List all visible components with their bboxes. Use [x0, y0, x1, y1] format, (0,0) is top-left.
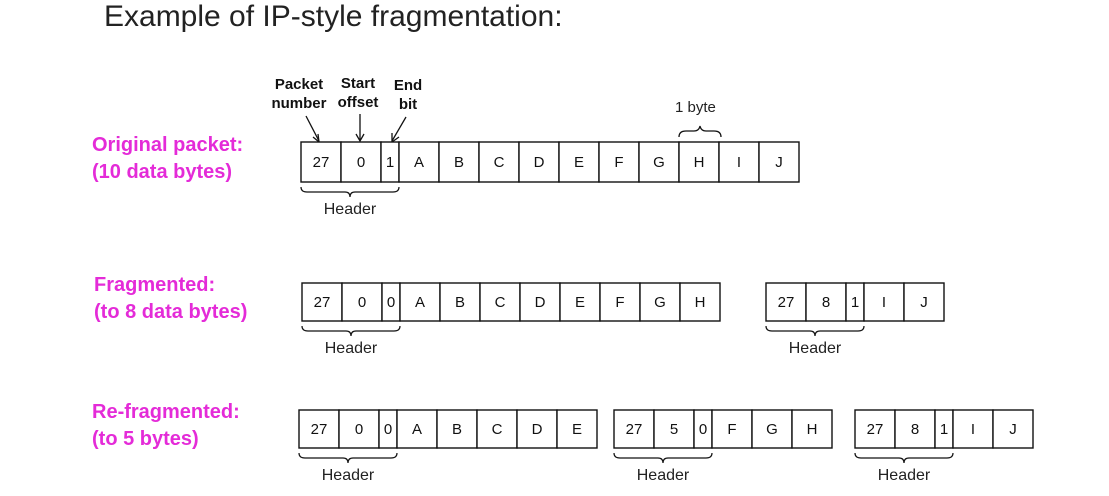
one-byte-brace	[678, 125, 722, 138]
data-byte-cell: E	[575, 294, 585, 311]
fragmentation-diagram: 27 0 1 A B C D E F G H I JHeader27 0 0 A B C D E F G HHeader27…	[298, 114, 1034, 484]
packet: 27 0 0 A B C D E F G H Header	[301, 282, 721, 357]
data-byte-cell: C	[492, 421, 503, 438]
end-bit-cell: 1	[386, 154, 394, 171]
data-byte-cell: C	[494, 154, 505, 171]
data-byte-cell: B	[455, 294, 465, 311]
data-byte-cell: D	[532, 421, 543, 438]
header-label: Header	[322, 467, 375, 484]
packet-number-cell: 27	[313, 154, 330, 171]
packet-number-cell: 27	[626, 421, 643, 438]
data-byte-cell: G	[654, 294, 666, 311]
end-bit-cell: 1	[851, 294, 859, 311]
packets-layer: 27 0 1 A B C D E F G H I JHeader27 0 0 A B C D E F G HHeader27…	[298, 141, 1034, 484]
data-byte-cell: J	[920, 294, 928, 311]
start-offset-cell: 0	[357, 154, 365, 171]
header-brace	[298, 452, 398, 464]
header-label: Header	[878, 467, 931, 484]
header-label: Header	[324, 201, 377, 218]
packet: 27 5 0 F G H Header	[613, 409, 833, 484]
start-offset-cell: 8	[911, 421, 919, 438]
packet-number-cell: 27	[867, 421, 884, 438]
packet: 27 0 0 A B C D E Header	[298, 409, 598, 484]
end-bit-cell: 0	[384, 421, 392, 438]
header-label: Header	[789, 340, 842, 357]
end-bit-cell: 0	[699, 421, 707, 438]
start-offset-cell: 0	[358, 294, 366, 311]
packet-number-cell: 27	[311, 421, 328, 438]
data-byte-cell: I	[737, 154, 741, 171]
data-byte-cell: J	[1009, 421, 1017, 438]
data-byte-cell: D	[534, 154, 545, 171]
data-byte-cell: H	[807, 421, 818, 438]
start-offset-cell: 5	[670, 421, 678, 438]
data-byte-cell: I	[882, 294, 886, 311]
data-byte-cell: J	[775, 154, 783, 171]
data-byte-cell: I	[971, 421, 975, 438]
data-byte-cell: E	[574, 154, 584, 171]
header-brace	[301, 325, 401, 337]
data-byte-cell: A	[412, 421, 422, 438]
data-byte-cell: B	[454, 154, 464, 171]
data-byte-cell: H	[695, 294, 706, 311]
data-byte-cell: E	[572, 421, 582, 438]
packet-number-arrow	[305, 115, 320, 142]
data-byte-cell: F	[614, 154, 623, 171]
data-byte-cell: B	[452, 421, 462, 438]
data-byte-cell: F	[727, 421, 736, 438]
end-bit-cell: 0	[387, 294, 395, 311]
packet-number-cell: 27	[314, 294, 331, 311]
header-brace	[765, 325, 865, 337]
header-brace	[854, 452, 954, 464]
header-label: Header	[637, 467, 690, 484]
data-byte-cell: A	[415, 294, 425, 311]
header-brace	[300, 186, 400, 198]
packet: 27 8 1 I J Header	[854, 409, 1034, 484]
start-offset-cell: 8	[822, 294, 830, 311]
data-byte-cell: G	[653, 154, 665, 171]
data-byte-cell: D	[535, 294, 546, 311]
annotation-arrows	[305, 114, 722, 144]
packet: 27 8 1 I J Header	[765, 282, 945, 357]
header-brace	[613, 452, 713, 464]
data-byte-cell: G	[766, 421, 778, 438]
data-byte-cell: C	[495, 294, 506, 311]
packet: 27 0 1 A B C D E F G H I J Header	[300, 141, 800, 218]
packet-number-cell: 27	[778, 294, 795, 311]
start-offset-cell: 0	[355, 421, 363, 438]
data-byte-cell: A	[414, 154, 424, 171]
end-bit-cell: 1	[940, 421, 948, 438]
data-byte-cell: H	[694, 154, 705, 171]
data-byte-cell: F	[615, 294, 624, 311]
header-label: Header	[325, 340, 378, 357]
